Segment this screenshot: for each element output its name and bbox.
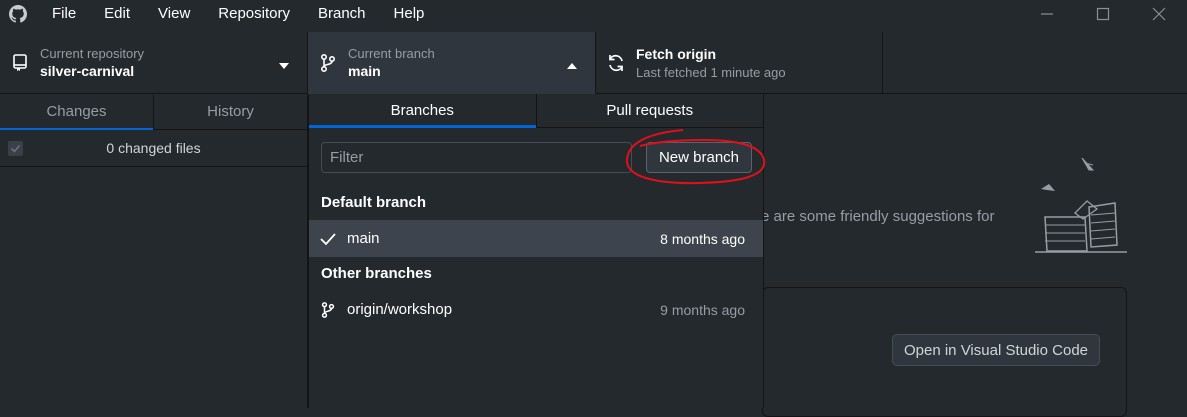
current-repository-button[interactable]: Current repository silver-carnival (0, 32, 308, 94)
caret-down-icon (279, 57, 289, 75)
git-branch-icon (309, 301, 347, 319)
suggestions-text: e are some friendly suggestions for (761, 208, 995, 225)
branch-name: origin/workshop (347, 301, 453, 318)
empty-state-illustration-icon (1035, 155, 1135, 260)
branch-filter-input[interactable] (321, 142, 632, 173)
window-controls (1019, 0, 1187, 28)
menu-file[interactable]: File (36, 0, 90, 28)
title-bar: File Edit View Repository Branch Help (0, 0, 1187, 28)
check-icon (309, 232, 347, 246)
menu-view[interactable]: View (144, 0, 204, 28)
current-branch-label: Current branch (348, 46, 435, 61)
select-all-checkbox[interactable] (8, 141, 23, 156)
menu-edit[interactable]: Edit (90, 0, 144, 28)
other-branches-header: Other branches (321, 265, 432, 282)
branch-time: 9 months ago (660, 301, 745, 318)
open-in-vscode-button[interactable]: Open in Visual Studio Code (892, 334, 1100, 366)
maximize-icon[interactable] (1075, 0, 1131, 28)
tab-history[interactable]: History (153, 95, 307, 129)
branch-row-origin-workshop[interactable]: origin/workshop 9 months ago (309, 291, 763, 328)
fetch-origin-button[interactable]: Fetch origin Last fetched 1 minute ago (596, 32, 883, 94)
tab-pull-requests[interactable]: Pull requests (535, 94, 764, 127)
branch-time: 8 months ago (660, 230, 745, 247)
default-branch-header: Default branch (321, 194, 427, 211)
filter-row: New branch (309, 128, 763, 186)
menu-help[interactable]: Help (380, 0, 439, 28)
current-repository-value: silver-carnival (40, 63, 135, 79)
menu-bar: File Edit View Repository Branch Help (36, 0, 438, 28)
current-branch-value: main (348, 63, 381, 79)
current-repository-label: Current repository (40, 46, 145, 61)
current-branch-button[interactable]: Current branch main (308, 32, 596, 94)
menu-repository[interactable]: Repository (204, 0, 304, 28)
menu-branch[interactable]: Branch (304, 0, 380, 28)
tab-branches[interactable]: Branches (309, 94, 536, 128)
branch-dropdown: Branches Pull requests New branch Defaul… (308, 94, 764, 408)
sync-icon (596, 53, 636, 73)
changes-sidebar: Changes History 0 changed files (0, 95, 308, 408)
sidebar-tabs: Changes History (0, 95, 307, 130)
changed-files-header: 0 changed files (0, 130, 307, 167)
tab-changes[interactable]: Changes (0, 95, 153, 130)
branch-name: main (347, 230, 380, 247)
minimize-icon[interactable] (1019, 0, 1075, 28)
toolbar: Current repository silver-carnival Curre… (0, 32, 1187, 94)
github-logo-icon (0, 0, 36, 28)
close-icon[interactable] (1131, 0, 1187, 28)
repo-icon (0, 54, 40, 72)
branch-row-main[interactable]: main 8 months ago (309, 220, 763, 257)
caret-up-icon (567, 57, 577, 75)
new-branch-button[interactable]: New branch (646, 142, 752, 173)
git-branch-icon (308, 53, 348, 73)
last-fetched-text: Last fetched 1 minute ago (636, 65, 786, 80)
fetch-origin-title: Fetch origin (636, 46, 717, 62)
branch-dropdown-tabs: Branches Pull requests (309, 94, 763, 128)
changed-files-count: 0 changed files (106, 140, 201, 156)
